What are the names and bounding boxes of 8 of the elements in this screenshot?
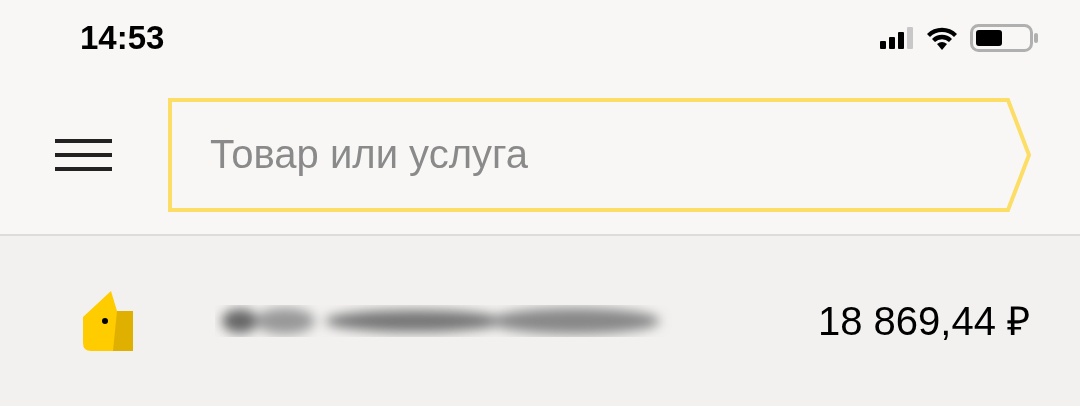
wifi-icon bbox=[926, 25, 958, 50]
battery-icon bbox=[970, 23, 1040, 52]
signal-icon bbox=[880, 26, 914, 49]
status-time: 14:53 bbox=[80, 17, 165, 58]
balance-amount: 18 869,44 ₽ bbox=[817, 298, 1030, 345]
menu-icon[interactable] bbox=[55, 138, 112, 171]
search-field[interactable]: Товар или услуга bbox=[168, 97, 1032, 212]
wallet-icon bbox=[83, 291, 133, 351]
